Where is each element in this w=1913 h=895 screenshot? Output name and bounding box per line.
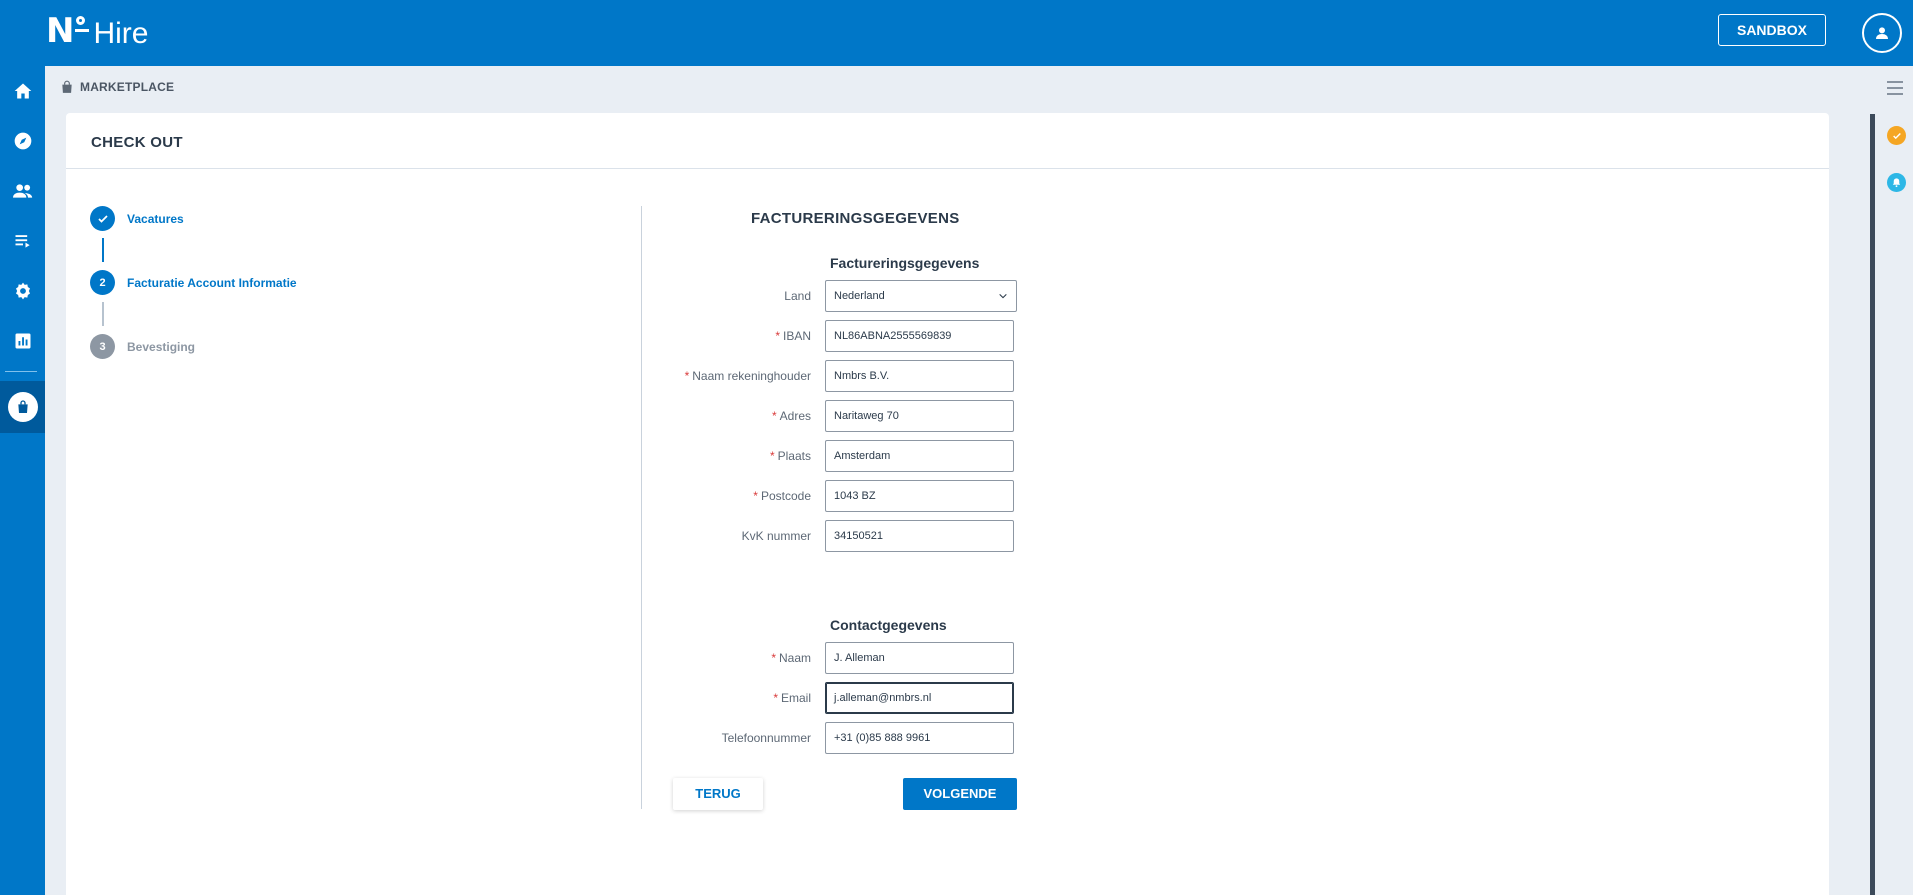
- check-badge-icon[interactable]: [1887, 126, 1906, 145]
- country-label: Land: [784, 289, 811, 303]
- nav-explore[interactable]: [0, 121, 45, 161]
- nav-list[interactable]: [0, 221, 45, 261]
- home-icon: [14, 83, 31, 99]
- contact-name-label: * Naam: [771, 651, 811, 665]
- breadcrumb-label[interactable]: MARKETPLACE: [80, 80, 174, 94]
- step-connector: [102, 238, 104, 262]
- chart-icon: [15, 333, 30, 349]
- kvk-input[interactable]: 34150521: [825, 520, 1014, 552]
- shopping-bag-icon: [17, 400, 28, 413]
- city-label: * Plaats: [769, 449, 811, 463]
- logo-text: Hire: [93, 17, 149, 50]
- country-row: Land Nederland: [600, 280, 1017, 312]
- account-holder-input[interactable]: Nmbrs B.V.: [825, 360, 1014, 392]
- nav-home[interactable]: [0, 71, 45, 111]
- breadcrumb: MARKETPLACE: [60, 80, 174, 94]
- back-button[interactable]: TERUG: [673, 778, 763, 810]
- logo-mark: N: [46, 11, 75, 51]
- required-marker: *: [775, 329, 780, 343]
- top-bar: N Hire SANDBOX: [0, 0, 1913, 66]
- sandbox-button[interactable]: SANDBOX: [1718, 14, 1826, 46]
- left-navigation: [0, 66, 45, 895]
- chevron-down-icon: [999, 293, 1007, 299]
- country-value: Nederland: [834, 290, 885, 302]
- phone-row: Telefoonnummer +31 (0)85 888 9961: [600, 722, 1017, 754]
- required-marker: *: [771, 409, 777, 423]
- postcode-label: * Postcode: [753, 489, 811, 503]
- step-label: Bevestiging: [127, 339, 196, 354]
- account-holder-label: * Naam rekeninghouder: [684, 369, 811, 383]
- logo-ordinal-icon: [75, 16, 90, 32]
- email-input[interactable]: j.alleman@nmbrs.nl: [825, 682, 1014, 714]
- city-row: * Plaats Amsterdam: [600, 440, 1017, 472]
- account-holder-row: * Naam rekeninghouder Nmbrs B.V.: [600, 360, 1017, 392]
- postcode-row: * Postcode 1043 BZ: [600, 480, 1017, 512]
- form-heading: FACTURERINGSGEGEVENS: [751, 210, 960, 227]
- contact-section-title: Contactgegevens: [830, 617, 947, 633]
- nav-divider: [5, 371, 37, 372]
- iban-input[interactable]: NL86ABNA2555569839: [825, 320, 1014, 352]
- required-marker: *: [771, 651, 776, 665]
- compass-icon: [14, 132, 31, 150]
- nav-marketplace-badge: [7, 392, 38, 422]
- billing-section-title: Factureringsgegevens: [830, 255, 980, 271]
- kvk-label: KvK nummer: [741, 529, 811, 543]
- required-marker: *: [684, 369, 690, 383]
- menu-icon[interactable]: [1887, 81, 1903, 99]
- nav-settings[interactable]: [0, 271, 45, 311]
- step-facturatie[interactable]: 2 Facturatie Account Informatie: [90, 270, 297, 295]
- step-label: Facturatie Account Informatie: [127, 275, 297, 290]
- postcode-input[interactable]: 1043 BZ: [825, 480, 1014, 512]
- user-menu-button[interactable]: [1862, 13, 1902, 53]
- user-icon: [1876, 27, 1888, 39]
- address-input[interactable]: Naritaweg 70: [825, 400, 1014, 432]
- step-connector: [102, 302, 104, 326]
- country-select[interactable]: Nederland: [825, 280, 1017, 312]
- iban-label: * IBAN: [775, 329, 811, 343]
- contact-name-input[interactable]: J. Alleman: [825, 642, 1014, 674]
- address-label: * Adres: [771, 409, 811, 423]
- app-logo[interactable]: N Hire: [46, 14, 148, 50]
- nav-people[interactable]: [0, 171, 45, 211]
- list-icon: [15, 235, 30, 248]
- nav-marketplace[interactable]: [0, 381, 45, 433]
- phone-label: Telefoonnummer: [721, 731, 811, 745]
- phone-input[interactable]: +31 (0)85 888 9961: [825, 722, 1014, 754]
- contact-name-row: * Naam J. Alleman: [600, 642, 1017, 674]
- required-marker: *: [753, 489, 758, 503]
- title-divider: [66, 168, 1829, 169]
- address-row: * Adres Naritaweg 70: [600, 400, 1017, 432]
- step-number: 3: [90, 334, 115, 359]
- step-number: 2: [90, 270, 115, 295]
- required-marker: *: [769, 449, 775, 463]
- shopping-bag-icon: [62, 80, 72, 93]
- required-marker: *: [773, 691, 778, 705]
- page-title: CHECK OUT: [91, 134, 183, 151]
- step-vacatures[interactable]: Vacatures: [90, 206, 184, 231]
- email-label: * Email: [773, 691, 811, 705]
- step-done-check-icon: [90, 206, 115, 231]
- kvk-row: KvK nummer 34150521: [600, 520, 1017, 552]
- next-button[interactable]: VOLGENDE: [903, 778, 1017, 810]
- scrollbar[interactable]: [1870, 114, 1875, 895]
- step-bevestiging[interactable]: 3 Bevestiging: [90, 334, 195, 359]
- bell-icon[interactable]: [1887, 173, 1906, 192]
- people-icon: [12, 184, 32, 198]
- nav-reports[interactable]: [0, 321, 45, 361]
- right-rail: [1870, 66, 1913, 895]
- gear-icon: [15, 282, 30, 300]
- step-label: Vacatures: [127, 211, 184, 226]
- iban-row: * IBAN NL86ABNA2555569839: [600, 320, 1017, 352]
- email-row: * Email j.alleman@nmbrs.nl: [600, 682, 1017, 714]
- city-input[interactable]: Amsterdam: [825, 440, 1014, 472]
